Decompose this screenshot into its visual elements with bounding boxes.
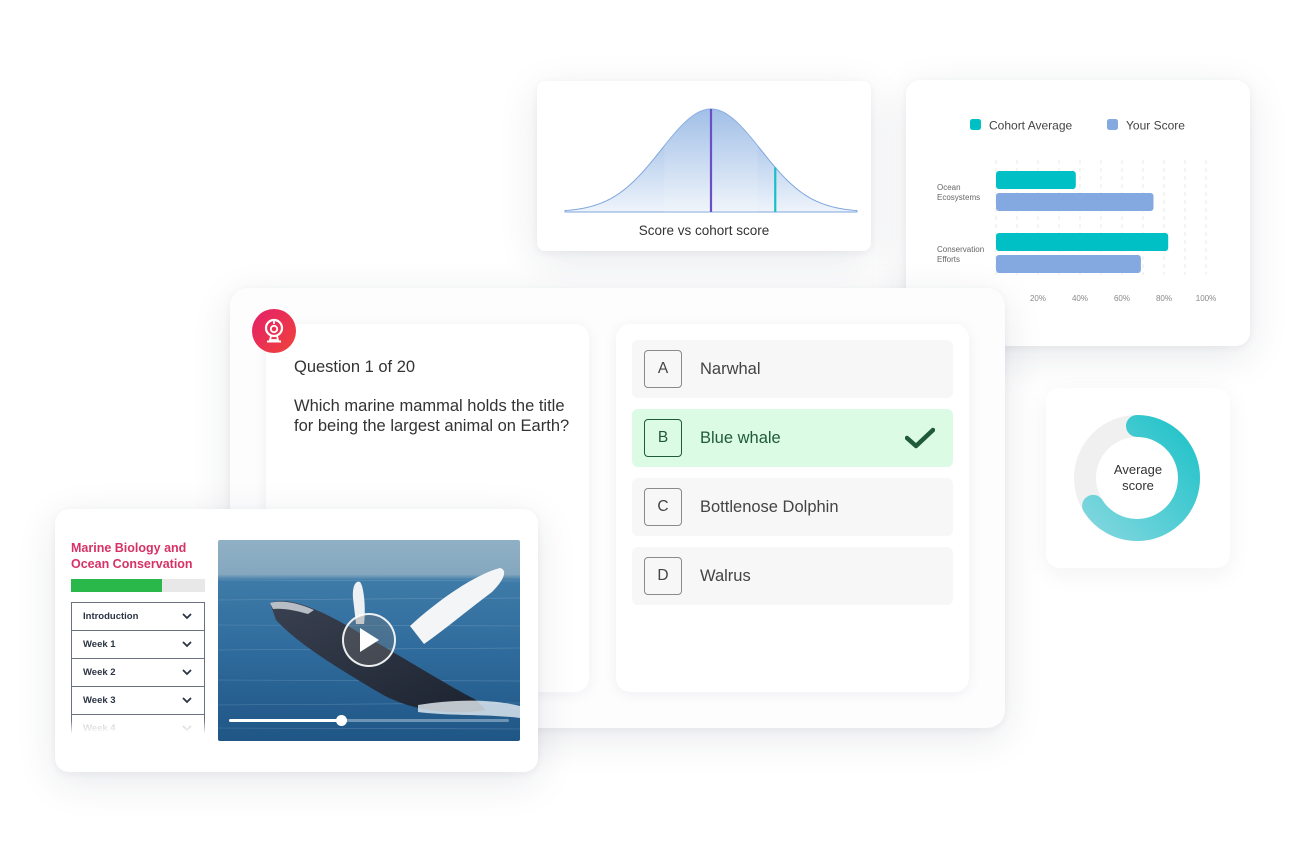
bar-conservation-efforts-your-score [996,255,1141,273]
module-week-2[interactable]: Week 2 [71,658,205,687]
x-tick-label: 20% [1030,294,1046,303]
answer-option-c[interactable]: C Bottlenose Dolphin [632,478,953,536]
webcam-icon [264,318,284,343]
question-text: Which marine mammal holds the title for … [294,397,570,435]
course-card: Marine Biology and Ocean Conservation In… [55,509,538,772]
x-tick-label: 80% [1156,294,1172,303]
scrubber-fill [229,719,341,722]
score-distribution-card: Score vs cohort score [537,81,871,251]
scrubber-handle[interactable] [336,715,347,726]
category-label: Ocean [937,183,961,192]
module-week-3[interactable]: Week 3 [71,686,205,715]
average-score-card: Average score [1046,388,1230,568]
module-list: Introduction Week 1 Week 2 Week 3 Week 4 [71,602,205,734]
module-name: Week 2 [83,667,116,678]
video-scrubber[interactable] [229,715,509,726]
chevron-down-icon [182,669,192,676]
legend-label-1: Your Score [1126,119,1185,133]
category-label: Efforts [937,255,960,264]
answer-option-a[interactable]: A Narwhal [632,340,953,398]
bell-curve-caption: Score vs cohort score [638,223,770,238]
donut-label: Average score [1046,462,1230,494]
play-button[interactable] [342,613,396,667]
answer-option-b[interactable]: B Blue whale [632,409,953,467]
legend-swatch-1 [1107,119,1118,130]
list-fade [71,720,205,734]
chevron-down-icon [182,613,192,620]
chevron-down-icon [182,641,192,648]
x-tick-label: 60% [1114,294,1130,303]
course-progress-fill [71,579,163,592]
module-week-1[interactable]: Week 1 [71,630,205,659]
question-counter: Question 1 of 20 [294,358,416,376]
answer-label: Bottlenose Dolphin [700,497,839,516]
legend-swatch-0 [970,119,981,130]
x-tick-label: 100% [1196,294,1216,303]
answers-card: A Narwhal B Blue whale C Bottlenose Dolp… [616,324,969,692]
answer-letter: D [644,557,682,595]
donut-label-line1: Average [1113,462,1163,477]
bar-ocean-ecosystems-cohort-average [996,171,1076,189]
chevron-down-icon [182,697,192,704]
checkmark-icon [905,427,935,449]
video-player[interactable] [218,540,520,741]
donut-label-line2: score [1122,478,1154,493]
module-name: Week 1 [83,639,116,650]
module-introduction[interactable]: Introduction [71,602,205,631]
course-title[interactable]: Marine Biology and Ocean Conservation [71,540,221,572]
category-label: Conservation [937,245,984,254]
module-name: Introduction [83,611,139,622]
proctoring-badge [252,309,296,353]
play-icon [360,628,379,652]
answer-letter: A [644,350,682,388]
module-name: Week 3 [83,695,116,706]
answer-option-d[interactable]: D Walrus [632,547,953,605]
answer-label: Narwhal [700,359,761,378]
x-tick-label: 40% [1072,294,1088,303]
answer-letter: C [644,488,682,526]
course-progress-bar [71,579,205,592]
answer-label: Walrus [700,566,751,585]
answer-letter: B [644,419,682,457]
legend-label-0: Cohort Average [989,119,1072,133]
category-label: Ecosystems [937,193,980,202]
bar-ocean-ecosystems-your-score [996,193,1154,211]
answer-label: Blue whale [700,428,781,447]
bar-conservation-efforts-cohort-average [996,233,1169,251]
